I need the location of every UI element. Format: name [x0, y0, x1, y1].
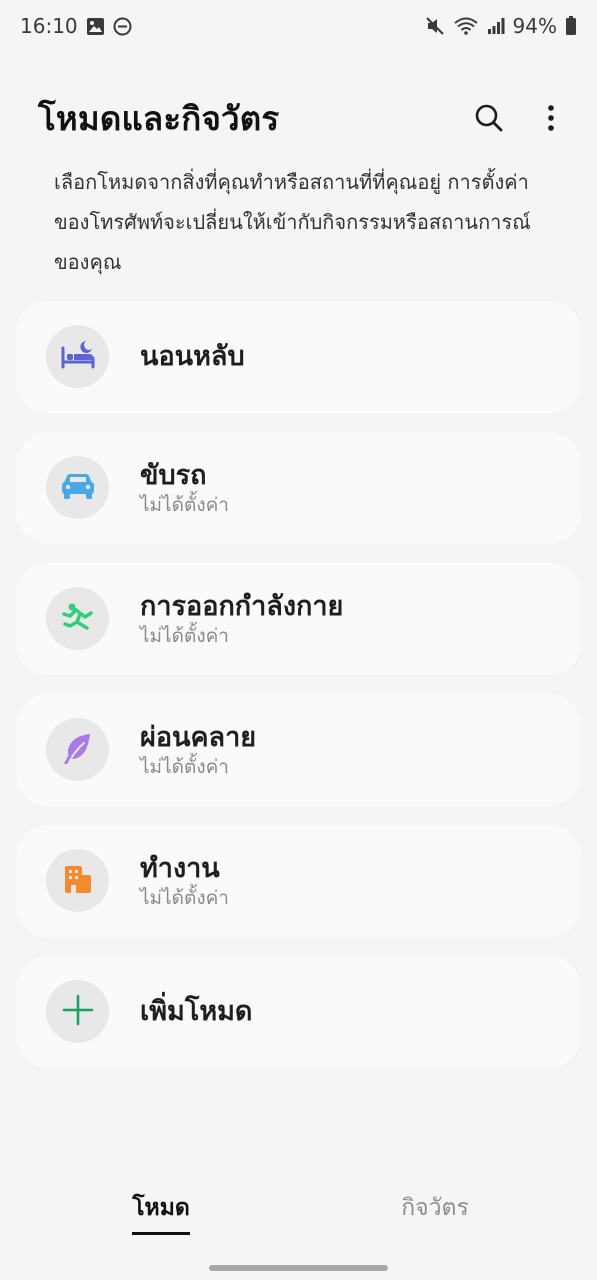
- mode-status: ไม่ได้ตั้งค่า: [140, 887, 229, 909]
- battery-percent: 94%: [512, 14, 557, 38]
- battery-icon: [565, 16, 577, 36]
- description-text: เลือกโหมดจากสิ่งที่คุณทำหรือสถานที่ที่คุ…: [54, 170, 531, 274]
- status-time: 16:10: [20, 14, 78, 38]
- mode-icon-bg: [46, 325, 109, 388]
- home-indicator[interactable]: [209, 1265, 388, 1271]
- mute-icon: [425, 16, 445, 36]
- tab-modes[interactable]: โหมด: [132, 1190, 190, 1235]
- mode-icon-bg: [46, 456, 109, 519]
- mode-text: เพิ่มโหมด: [140, 956, 252, 1068]
- mode-title: ทำงาน: [140, 853, 220, 884]
- signal-icon: [487, 17, 505, 35]
- mode-icon-bg: [46, 718, 109, 781]
- mode-text: นอนหลับ: [140, 301, 245, 413]
- mode-text: ผ่อนคลาย ไม่ได้ตั้งค่า: [140, 694, 256, 806]
- bed-moon-icon: [61, 340, 95, 374]
- mode-text: ขับรถ ไม่ได้ตั้งค่า: [140, 432, 229, 544]
- mode-title: นอนหลับ: [140, 341, 245, 372]
- mode-icon-bg: [46, 849, 109, 912]
- more-options-icon[interactable]: [533, 100, 569, 136]
- plus-icon: [62, 994, 94, 1030]
- mode-card-sleep[interactable]: นอนหลับ: [16, 301, 581, 413]
- wifi-icon: [453, 16, 479, 36]
- mode-status: ไม่ได้ตั้งค่า: [140, 756, 229, 778]
- mode-card-relax[interactable]: ผ่อนคลาย ไม่ได้ตั้งค่า: [16, 694, 581, 806]
- mode-title: ผ่อนคลาย: [140, 722, 257, 753]
- page-title: โหมดและกิจวัตร: [38, 98, 280, 138]
- car-icon: [61, 472, 95, 504]
- mode-icon-bg: [46, 587, 109, 650]
- search-icon[interactable]: [471, 100, 507, 136]
- header: โหมดและกิจวัตร: [38, 90, 569, 146]
- mode-status: ไม่ได้ตั้งค่า: [140, 494, 229, 516]
- status-bar: 16:10 94%: [0, 0, 597, 52]
- mode-card-driving[interactable]: ขับรถ ไม่ได้ตั้งค่า: [16, 432, 581, 544]
- mode-card-exercise[interactable]: การออกกำลังกาย ไม่ได้ตั้งค่า: [16, 563, 581, 675]
- status-right: 94%: [425, 14, 577, 38]
- leaf-icon: [63, 732, 93, 768]
- add-mode-button[interactable]: เพิ่มโหมด: [16, 956, 581, 1068]
- gallery-icon: [86, 17, 105, 36]
- mode-text: ทำงาน ไม่ได้ตั้งค่า: [140, 825, 229, 937]
- mode-card-work[interactable]: ทำงาน ไม่ได้ตั้งค่า: [16, 825, 581, 937]
- dnd-icon: [113, 17, 132, 36]
- mode-text: การออกกำลังกาย ไม่ได้ตั้งค่า: [140, 563, 343, 675]
- header-actions: [471, 100, 569, 136]
- running-icon: [60, 602, 96, 636]
- mode-icon-bg: [46, 980, 109, 1043]
- add-mode-label: เพิ่มโหมด: [140, 996, 253, 1027]
- mode-title: ขับรถ: [140, 460, 207, 491]
- bottom-tab-bar: โหมด กิจวัตร: [0, 1190, 597, 1240]
- mode-title: การออกกำลังกาย: [140, 591, 344, 622]
- tab-routines[interactable]: กิจวัตร: [400, 1190, 470, 1226]
- building-icon: [63, 864, 93, 898]
- mode-status: ไม่ได้ตั้งค่า: [140, 625, 229, 647]
- status-left: 16:10: [20, 14, 132, 38]
